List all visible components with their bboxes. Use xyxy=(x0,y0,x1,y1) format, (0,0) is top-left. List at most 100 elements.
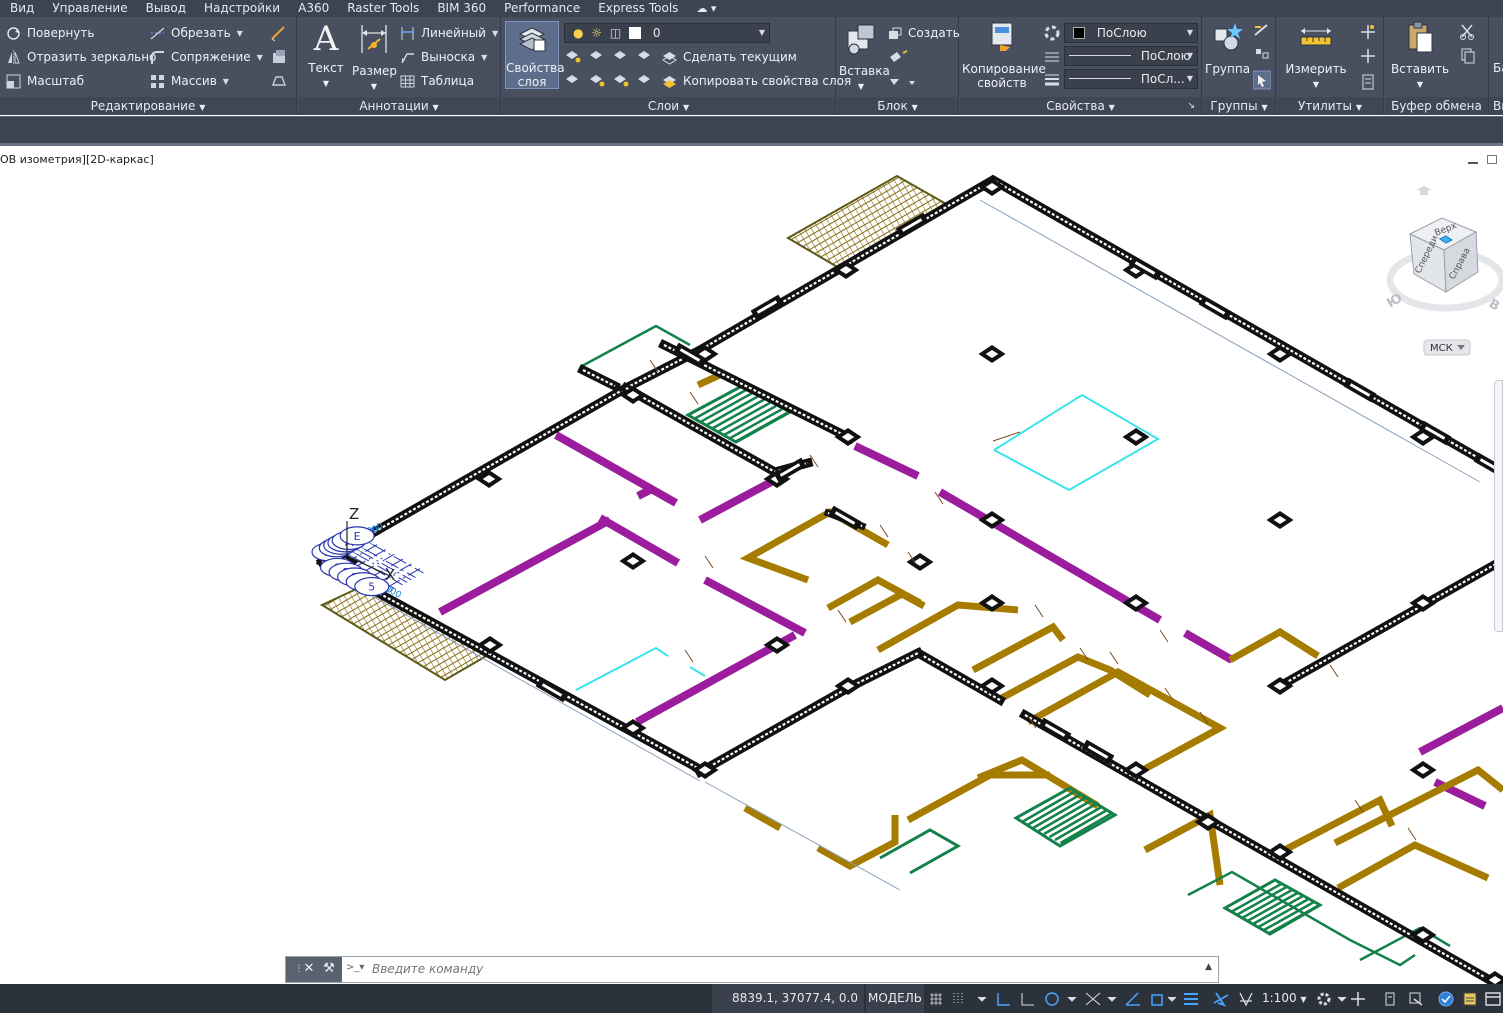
paste-button[interactable]: Вставить ▼ xyxy=(1389,21,1451,92)
fillet-icon xyxy=(151,50,164,64)
color-dropdown[interactable]: ПоСлою ▼ xyxy=(1064,23,1198,43)
menu-raster-tools[interactable]: Raster Tools xyxy=(338,0,428,17)
table-icon xyxy=(400,75,415,87)
table-button[interactable]: Таблица xyxy=(400,70,474,92)
ucs-z-label: Z xyxy=(349,505,359,523)
menu-a360[interactable]: A360 xyxy=(289,0,338,17)
group-tool-icons[interactable] xyxy=(1253,23,1271,93)
lineweight-dropdown-caret-icon[interactable]: ▼ xyxy=(1187,70,1193,88)
lineweight-dropdown[interactable]: ПоСл... ▼ xyxy=(1064,69,1198,89)
menu-view[interactable]: Вид xyxy=(0,0,43,17)
panel-properties: Копирование свойств ПоСлою ▼ ПоСлою ▼ ПоС… xyxy=(960,17,1202,115)
panel-layers: Свойстваслоя ● ☼ ◫ 0 ▼ Сделать текущим xyxy=(502,17,851,115)
utility-tool-icons[interactable] xyxy=(1359,23,1377,93)
ribbon: Повернуть Отразить зеркально Масштаб Обр… xyxy=(0,17,1503,115)
fillet-caret-icon[interactable]: ▼ xyxy=(257,53,263,62)
scale-button[interactable]: Масштаб xyxy=(6,70,84,92)
panel-clipboard-title[interactable]: Буфер обмена xyxy=(1385,97,1488,115)
leader-button[interactable]: Выноска ▼ xyxy=(400,46,487,68)
layer-color-icon xyxy=(629,27,642,39)
command-settings-icon[interactable]: ⚒ xyxy=(320,960,338,978)
command-prompt-icon[interactable]: >_▾ xyxy=(346,962,368,976)
create-block-button[interactable]: Создать xyxy=(887,22,960,44)
edit-extra-icons[interactable] xyxy=(270,25,288,95)
panel-utilities-title[interactable]: Утилиты ▼ xyxy=(1277,97,1383,115)
measure-button[interactable]: Измерить ▼ xyxy=(1283,21,1349,92)
menu-bim360[interactable]: BIM 360 xyxy=(428,0,495,17)
command-input[interactable] xyxy=(372,959,1192,979)
panel-annotation-title[interactable]: Аннотации ▼ xyxy=(298,97,500,115)
status-bar: 8839.1, 37077.4, 0.0 МОДЕЛЬ 1:100 ▼ xyxy=(0,984,1503,1013)
layer-dropdown-caret-icon[interactable]: ▼ xyxy=(759,24,765,42)
menu-addins[interactable]: Надстройки xyxy=(195,0,289,17)
leader-caret-icon[interactable]: ▼ xyxy=(481,53,487,62)
panel-block: Вставка ▼ Создать Блок ▼ xyxy=(837,17,960,115)
panel-block-title[interactable]: Блок ▼ xyxy=(837,97,958,115)
group-button[interactable]: Группа xyxy=(1205,21,1250,76)
panel-properties-title[interactable]: Свойства ▼ ↘ xyxy=(960,97,1201,115)
layer-dropdown[interactable]: ● ☼ ◫ 0 ▼ xyxy=(564,23,770,43)
fillet-button[interactable]: Сопряжение ▼ xyxy=(150,46,263,68)
command-line-handle[interactable]: ⋮ ✕ ⚒ xyxy=(286,957,342,982)
model-space-button[interactable]: МОДЕЛЬ xyxy=(866,984,924,1013)
lineweight-value: ПоСл... xyxy=(1140,72,1185,86)
navigation-bar[interactable] xyxy=(1494,380,1503,632)
paste-icon xyxy=(1408,21,1433,53)
menu-output[interactable]: Вывод xyxy=(137,0,195,17)
block-tool-icons[interactable] xyxy=(887,49,917,93)
linear-dim-label: Линейный xyxy=(421,26,486,40)
layer-tool-icons[interactable] xyxy=(564,47,660,95)
color-swatch-icon xyxy=(1073,27,1085,39)
panel-groups-title[interactable]: Группы ▼ xyxy=(1203,97,1275,115)
insert-block-button[interactable]: Вставка ▼ xyxy=(839,21,890,94)
layer-properties-button[interactable]: Свойства слоя xyxy=(505,21,565,89)
panel-edit: Повернуть Отразить зеркально Масштаб Обр… xyxy=(0,17,297,115)
trim-button[interactable]: Обрезать ▼ xyxy=(150,22,243,44)
fillet-label: Сопряжение xyxy=(171,50,251,64)
panel-layers-title[interactable]: Слои ▼ xyxy=(502,97,835,115)
rotate-button[interactable]: Повернуть xyxy=(6,22,94,44)
drafting-toggles[interactable] xyxy=(928,989,1262,1009)
trim-caret-icon[interactable]: ▼ xyxy=(237,29,243,38)
linetype-dropdown-caret-icon[interactable]: ▼ xyxy=(1187,47,1193,65)
coordinates-readout[interactable]: 8839.1, 37077.4, 0.0 xyxy=(712,984,864,1013)
command-close-icon[interactable]: ✕ xyxy=(300,960,318,978)
linetype-dropdown[interactable]: ПоСлою ▼ xyxy=(1064,46,1198,66)
drawing-canvas[interactable]: 6000300030003000270006000600060006000600… xyxy=(0,146,1503,984)
panel-edit-title[interactable]: Редактирование ▼ xyxy=(0,97,296,115)
color-dropdown-caret-icon[interactable]: ▼ xyxy=(1187,24,1193,42)
linear-dim-button[interactable]: Линейный ▼ xyxy=(400,22,498,44)
menu-performance[interactable]: Performance xyxy=(495,0,589,17)
linear-dim-caret-icon[interactable]: ▼ xyxy=(492,29,498,38)
viewcube[interactable]: Верх Спереди Справа Ю В МСК xyxy=(1380,176,1503,356)
array-caret-icon[interactable]: ▼ xyxy=(223,77,229,86)
panel-cut-off-label[interactable]: Ба xyxy=(1493,61,1503,75)
mirror-button[interactable]: Отразить зеркально xyxy=(6,46,156,68)
panel-cut-off-title[interactable]: Ви xyxy=(1490,97,1503,115)
home-icon[interactable] xyxy=(1416,186,1432,195)
cloud-dropdown-icon[interactable]: ☁ ▾ xyxy=(687,0,716,17)
floor-plan-drawing[interactable]: 6000300030003000270006000600060006000600… xyxy=(0,146,1503,984)
text-button[interactable]: A Текст ▼ xyxy=(306,21,346,91)
axis-bubble-label: 5 xyxy=(368,581,375,594)
column-markers xyxy=(331,178,1503,984)
menu-express-tools[interactable]: Express Tools xyxy=(589,0,687,17)
viewport-minimize-icon[interactable] xyxy=(1468,155,1478,164)
match-properties-button[interactable]: Копирование свойств xyxy=(962,21,1046,90)
current-layer-value: 0 xyxy=(652,26,661,40)
status-tray-icons[interactable] xyxy=(1314,989,1503,1009)
command-history-caret-icon[interactable]: ▲ xyxy=(1205,962,1212,972)
cyan-outlines xyxy=(575,393,1161,691)
array-button[interactable]: Массив ▼ xyxy=(150,70,229,92)
ucs-badge-label[interactable]: МСК xyxy=(1430,343,1453,354)
menu-manage[interactable]: Управление xyxy=(43,0,136,17)
dimension-button[interactable]: Размер ▼ xyxy=(352,21,397,94)
viewport-label[interactable]: ОВ изометрия][2D-каркас] xyxy=(0,153,154,166)
clipboard-tool-icons[interactable] xyxy=(1459,23,1477,73)
insert-block-icon xyxy=(847,24,875,55)
linear-dim-icon xyxy=(401,26,414,40)
make-current-button[interactable]: Сделать текущим xyxy=(662,46,797,68)
annotation-scale-dropdown[interactable]: 1:100 ▼ xyxy=(1262,984,1307,1013)
viewport-restore-icon[interactable] xyxy=(1487,155,1497,164)
copy-layer-props-button[interactable]: Копировать свойства слоя xyxy=(662,70,851,92)
